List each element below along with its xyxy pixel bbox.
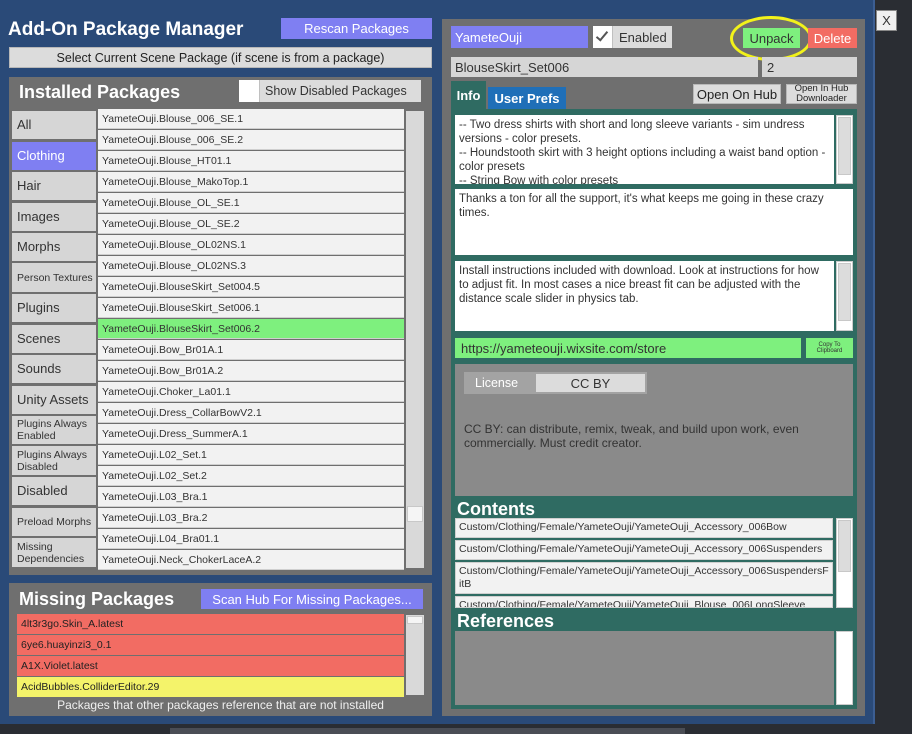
category-disabled[interactable]: Disabled — [12, 477, 96, 505]
instructions-text: Install instructions included with downl… — [455, 261, 834, 331]
license-label: License — [475, 376, 519, 390]
open-in-hub-downloader-button[interactable]: Open In Hub Downloader — [786, 84, 857, 104]
package-row[interactable]: YameteOuji.L03_Bra.2 — [98, 508, 404, 528]
contents-scroll-thumb[interactable] — [838, 520, 851, 572]
package-row[interactable]: YameteOuji.L02_Set.1 — [98, 445, 404, 465]
content-row[interactable]: Custom/Clothing/Female/YameteOuji/Yamete… — [455, 540, 833, 560]
window-title: Add-On Package Manager — [8, 19, 244, 40]
package-name-field[interactable]: BlouseSkirt_Set006 — [451, 57, 758, 77]
contents-scrollbar[interactable] — [836, 518, 853, 608]
package-row[interactable]: YameteOuji.Choker_La01.1 — [98, 382, 404, 402]
license-selector[interactable]: License CC BY — [464, 372, 647, 394]
select-scene-package-button[interactable]: Select Current Scene Package (if scene i… — [9, 47, 432, 68]
package-row[interactable]: YameteOuji.L04_Bra01.1 — [98, 529, 404, 549]
category-clothing[interactable]: Clothing — [12, 142, 96, 170]
package-row[interactable]: YameteOuji.Blouse_OL_SE.1 — [98, 193, 404, 213]
package-row[interactable]: YameteOuji.BlouseSkirt_Set006.1 — [98, 298, 404, 318]
category-unity-assets[interactable]: Unity Assets — [12, 386, 96, 414]
tab-user-prefs[interactable]: User Prefs — [488, 87, 566, 109]
open-on-hub-button[interactable]: Open On Hub — [693, 84, 781, 104]
creator-field[interactable]: YameteOuji — [451, 26, 588, 48]
content-row[interactable]: Custom/Clothing/Female/YameteOuji/Yamete… — [455, 562, 833, 594]
package-row[interactable]: YameteOuji.L03_Bra.1 — [98, 487, 404, 507]
close-button[interactable]: X — [876, 10, 897, 31]
package-row[interactable]: YameteOuji.Blouse_OL02NS.3 — [98, 256, 404, 276]
show-disabled-checkbox[interactable] — [239, 80, 260, 102]
package-list-scroll-thumb[interactable] — [407, 506, 423, 522]
category-morphs[interactable]: Morphs — [12, 233, 96, 261]
enabled-label: Enabled — [619, 29, 667, 45]
missing-packages-title: Missing Packages — [19, 589, 175, 609]
package-row[interactable]: YameteOuji.L02_Set.2 — [98, 466, 404, 486]
package-list-scrollbar[interactable] — [406, 111, 424, 568]
close-icon: X — [882, 13, 891, 28]
package-row[interactable]: YameteOuji.Blouse_HT01.1 — [98, 151, 404, 171]
package-row[interactable]: YameteOuji.BlouseSkirt_Set006.2 — [98, 319, 404, 339]
category-all[interactable]: All — [12, 111, 96, 139]
show-disabled-toggle[interactable]: Show Disabled Packages — [239, 80, 421, 102]
show-disabled-label: Show Disabled Packages — [265, 84, 407, 98]
checkmark-icon — [595, 28, 609, 42]
description-scrollbar[interactable] — [836, 115, 853, 184]
package-row[interactable]: YameteOuji.BlouseSkirt_Set004.5 — [98, 277, 404, 297]
category-preload-morphs[interactable]: Preload Morphs — [12, 508, 96, 536]
references-scrollbar[interactable] — [836, 631, 853, 705]
annotation-circle — [730, 16, 812, 61]
package-row[interactable]: YameteOuji.Dress_SummerA.1 — [98, 424, 404, 444]
references-title: References — [457, 611, 555, 631]
bottom-bar — [170, 728, 685, 734]
hub-url-link[interactable]: https://yameteouji.wixsite.com/store — [455, 338, 801, 358]
package-row[interactable]: YameteOuji.Blouse_006_SE.1 — [98, 109, 404, 129]
version-field[interactable]: 2 — [762, 57, 857, 77]
missing-package-row[interactable]: AcidBubbles.ColliderEditor.29 — [17, 677, 404, 697]
category-images[interactable]: Images — [12, 203, 96, 231]
missing-package-row[interactable]: 4lt3r3go.Skin_A.latest — [17, 614, 404, 634]
missing-list-scrollbar[interactable] — [406, 615, 424, 695]
content-row[interactable]: Custom/Clothing/Female/YameteOuji/Yamete… — [455, 596, 833, 608]
enabled-checkbox[interactable] — [593, 26, 613, 48]
description-text: -- Two dress shirts with short and long … — [455, 115, 834, 184]
instructions-scroll-thumb[interactable] — [838, 263, 851, 321]
category-sounds[interactable]: Sounds — [12, 355, 96, 383]
scan-hub-missing-button[interactable]: Scan Hub For Missing Packages... — [201, 589, 423, 609]
credits-text: Thanks a ton for all the support, it's w… — [455, 189, 853, 255]
category-scenes[interactable]: Scenes — [12, 325, 96, 353]
description-scroll-thumb[interactable] — [838, 117, 851, 175]
installed-packages-title: Installed Packages — [19, 82, 181, 102]
package-row[interactable]: YameteOuji.Neck_ChokerLaceA.2 — [98, 550, 404, 570]
license-description: CC BY: can distribute, remix, tweak, and… — [464, 422, 799, 450]
category-plugins-always-disabled[interactable]: Plugins Always Disabled — [12, 446, 96, 475]
missing-packages-footer: Packages that other packages reference t… — [57, 698, 384, 712]
package-row[interactable]: YameteOuji.Bow_Br01A.1 — [98, 340, 404, 360]
tab-info[interactable]: Info — [451, 81, 486, 109]
license-value[interactable]: CC BY — [536, 374, 645, 392]
package-row[interactable]: YameteOuji.Blouse_006_SE.2 — [98, 130, 404, 150]
package-row[interactable]: YameteOuji.Blouse_OL02NS.1 — [98, 235, 404, 255]
package-row[interactable]: YameteOuji.Blouse_OL_SE.2 — [98, 214, 404, 234]
contents-title: Contents — [457, 499, 535, 519]
category-plugins[interactable]: Plugins — [12, 294, 96, 322]
package-manager-window: Add-On Package Manager Rescan Packages S… — [0, 0, 875, 724]
references-list — [455, 631, 834, 705]
rescan-packages-button[interactable]: Rescan Packages — [281, 18, 432, 39]
missing-list-scroll-thumb[interactable] — [407, 616, 423, 624]
category-hair[interactable]: Hair — [12, 172, 96, 200]
category-plugins-always-enabled[interactable]: Plugins Always Enabled — [12, 416, 96, 444]
missing-package-row[interactable]: A1X.Violet.latest — [17, 656, 404, 676]
enabled-toggle[interactable]: Enabled — [593, 26, 672, 48]
copy-to-clipboard-button[interactable]: Copy To Clipboard — [806, 338, 853, 358]
missing-package-row[interactable]: 6ye6.huayinzi3_0.1 — [17, 635, 404, 655]
package-row[interactable]: YameteOuji.Dress_CollarBowV2.1 — [98, 403, 404, 423]
instructions-scrollbar[interactable] — [836, 261, 853, 331]
delete-button[interactable]: Delete — [808, 28, 857, 48]
package-row[interactable]: YameteOuji.Blouse_MakoTop.1 — [98, 172, 404, 192]
package-row[interactable]: YameteOuji.Bow_Br01A.2 — [98, 361, 404, 381]
content-row[interactable]: Custom/Clothing/Female/YameteOuji/Yamete… — [455, 518, 833, 538]
category-missing-dependencies[interactable]: Missing Dependencies — [12, 538, 96, 567]
category-person-textures[interactable]: Person Textures — [12, 263, 96, 292]
